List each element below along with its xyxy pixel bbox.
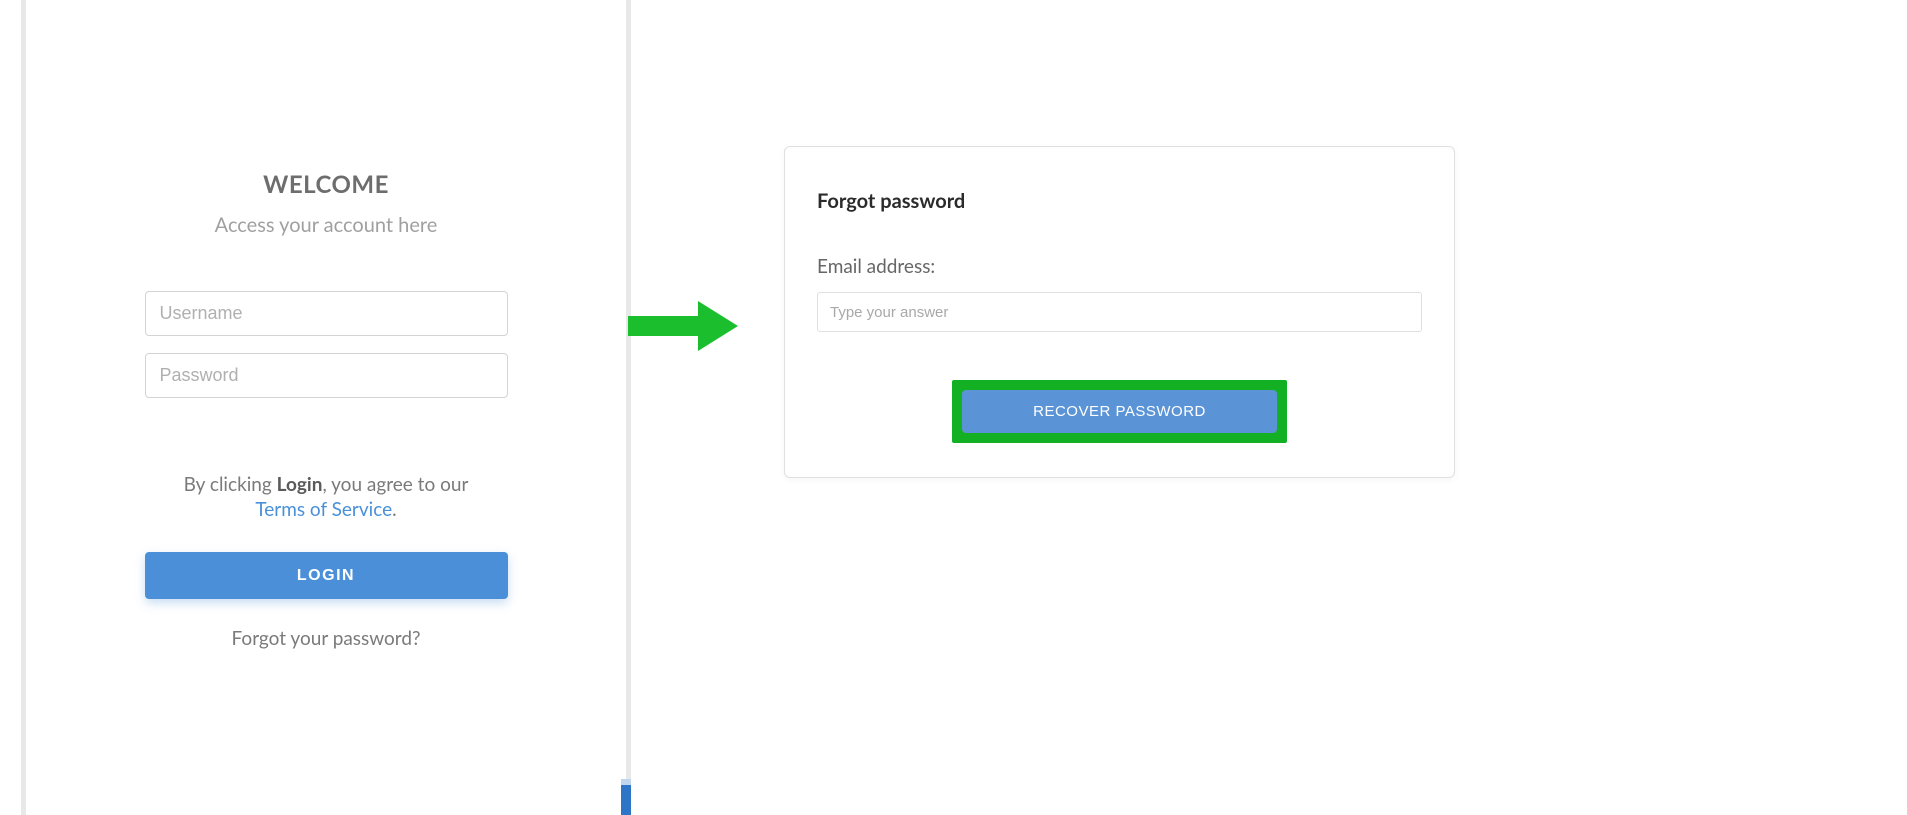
login-title: WELCOME — [263, 170, 389, 199]
recover-password-button[interactable]: RECOVER PASSWORD — [962, 390, 1277, 433]
agreement-suffix: , you agree to our — [322, 473, 468, 496]
page-container: WELCOME Access your account here By clic… — [0, 0, 1907, 815]
panel-accent-marker — [621, 785, 631, 815]
agreement-text: By clicking Login, you agree to our Term… — [184, 473, 469, 522]
arrow-right-icon — [620, 306, 740, 346]
forgot-password-panel: Forgot password Email address: RECOVER P… — [784, 146, 1455, 478]
terms-of-service-link[interactable]: Terms of Service — [255, 498, 392, 521]
agreement-bold: Login — [277, 473, 323, 496]
email-label: Email address: — [817, 255, 1422, 278]
forgot-password-link[interactable]: Forgot your password? — [232, 627, 421, 650]
login-subtitle: Access your account here — [215, 213, 438, 237]
recover-button-highlight: RECOVER PASSWORD — [952, 380, 1287, 443]
login-panel: WELCOME Access your account here By clic… — [21, 0, 631, 815]
terms-period: . — [392, 498, 396, 521]
username-input[interactable] — [145, 291, 508, 336]
login-button[interactable]: LOGIN — [145, 552, 508, 599]
password-input[interactable] — [145, 353, 508, 398]
email-input[interactable] — [817, 292, 1422, 332]
agreement-prefix: By clicking — [184, 473, 277, 496]
forgot-password-title: Forgot password — [817, 189, 1422, 213]
